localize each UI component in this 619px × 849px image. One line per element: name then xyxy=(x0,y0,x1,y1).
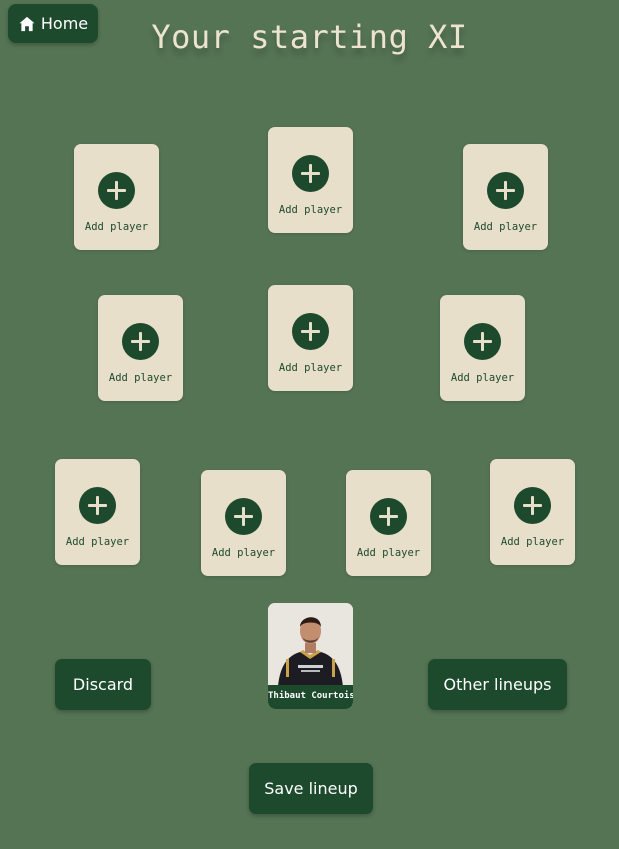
plus-circle-icon xyxy=(292,155,329,192)
plus-circle-icon xyxy=(514,487,551,524)
plus-circle-icon xyxy=(225,498,262,535)
add-player-label: Add player xyxy=(65,536,130,548)
add-player-label: Add player xyxy=(84,221,149,233)
plus-circle-icon xyxy=(79,487,116,524)
goalkeeper-name: Thibaut Courtois xyxy=(268,685,353,709)
add-player-label: Add player xyxy=(473,221,538,233)
player-slot-defence-left[interactable]: Add player xyxy=(55,459,140,565)
page-title: Your starting XI xyxy=(151,18,468,56)
player-slot-midfield-right[interactable]: Add player xyxy=(440,295,525,401)
plus-circle-icon xyxy=(464,323,501,360)
other-lineups-button[interactable]: Other lineups xyxy=(428,659,567,710)
discard-button[interactable]: Discard xyxy=(55,659,151,710)
plus-circle-icon xyxy=(370,498,407,535)
player-slot-goalkeeper[interactable]: Thibaut Courtois xyxy=(268,603,353,709)
plus-circle-icon xyxy=(98,172,135,209)
add-player-label: Add player xyxy=(211,547,276,559)
add-player-label: Add player xyxy=(108,372,173,384)
plus-circle-icon xyxy=(487,172,524,209)
plus-circle-icon xyxy=(292,313,329,350)
add-player-label: Add player xyxy=(278,204,343,216)
player-slot-forward-right[interactable]: Add player xyxy=(463,144,548,250)
add-player-label: Add player xyxy=(356,547,421,559)
player-slot-defence-center-right[interactable]: Add player xyxy=(346,470,431,576)
add-player-label: Add player xyxy=(450,372,515,384)
add-player-label: Add player xyxy=(500,536,565,548)
player-slot-midfield-center[interactable]: Add player xyxy=(268,285,353,391)
player-slot-forward-left[interactable]: Add player xyxy=(74,144,159,250)
plus-circle-icon xyxy=(122,323,159,360)
save-lineup-button[interactable]: Save lineup xyxy=(249,763,373,814)
player-slot-defence-right[interactable]: Add player xyxy=(490,459,575,565)
player-slot-midfield-left[interactable]: Add player xyxy=(98,295,183,401)
add-player-label: Add player xyxy=(278,362,343,374)
player-slot-forward-center[interactable]: Add player xyxy=(268,127,353,233)
player-slot-defence-center-left[interactable]: Add player xyxy=(201,470,286,576)
